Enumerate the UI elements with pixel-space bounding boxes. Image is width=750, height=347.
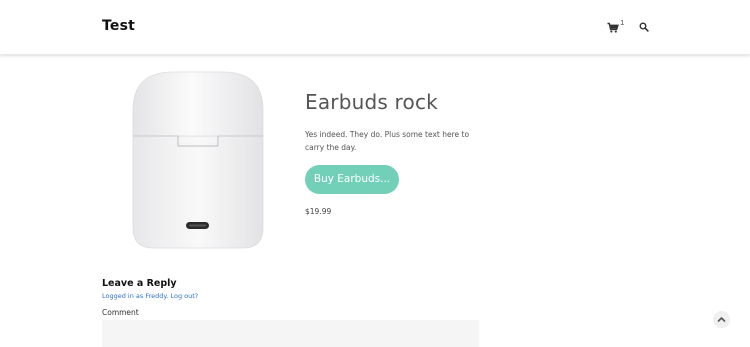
- buy-earbuds-button[interactable]: Buy Earbuds...: [305, 165, 399, 194]
- comment-input[interactable]: [102, 320, 479, 347]
- chevron-up-icon[interactable]: [713, 311, 730, 328]
- search-icon[interactable]: [639, 22, 649, 32]
- logged-in-note: Logged in as Freddy. Log out?: [102, 292, 198, 300]
- product-title: Earbuds rock: [305, 90, 438, 114]
- earbuds-case-image: [132, 71, 264, 249]
- site-header: Test 1: [0, 0, 750, 55]
- product-description: Yes indeed. They do. Plus some text here…: [305, 130, 470, 152]
- shopping-cart-icon[interactable]: [607, 22, 619, 34]
- logout-link[interactable]: Log out?: [170, 292, 198, 300]
- comment-label: Comment: [102, 308, 139, 317]
- profile-link[interactable]: Logged in as Freddy.: [102, 292, 168, 300]
- cart-count-badge: 1: [620, 19, 625, 27]
- leave-reply-heading: Leave a Reply: [102, 278, 177, 289]
- product-price: $19.99: [305, 207, 332, 216]
- site-title[interactable]: Test: [102, 18, 135, 34]
